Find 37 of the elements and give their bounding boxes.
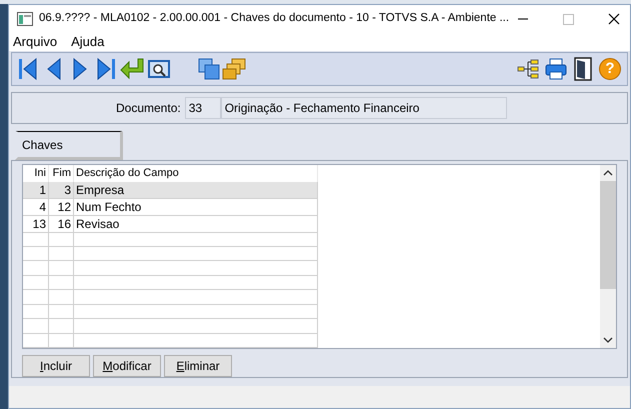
document-description-field[interactable]: Originação - Fechamento Financeiro (220, 97, 507, 119)
return-arrow-icon[interactable] (120, 58, 144, 80)
table-cell: Num Fechto (74, 198, 318, 214)
close-icon[interactable] (608, 13, 620, 25)
scrollbar-thumb[interactable] (600, 181, 616, 289)
tree-icon[interactable] (517, 59, 539, 79)
table-cell: Revisao (74, 216, 318, 232)
vertical-scrollbar[interactable] (600, 165, 616, 348)
tab[interactable]: Chaves (15, 131, 123, 160)
action-button[interactable]: Eliminar (164, 355, 232, 377)
table-cell: Empresa (74, 182, 318, 198)
last-record-icon[interactable] (96, 57, 116, 81)
previous-record-icon[interactable] (46, 57, 62, 81)
table-cell: 1 (23, 182, 49, 198)
table-cell: 12 (49, 198, 74, 214)
menu-item[interactable]: Arquivo (13, 32, 58, 52)
table-row[interactable]: 4 12 Num Fechto (23, 198, 318, 216)
table-row[interactable]: 13 16 Revisao (23, 216, 318, 232)
preview-icon[interactable] (148, 59, 170, 79)
table-cell: 3 (49, 182, 74, 198)
action-button[interactable]: Modificar (93, 355, 161, 377)
table-cell: 16 (49, 216, 74, 232)
menu-item[interactable]: Ajuda (71, 32, 104, 52)
window-title: 06.9.???? - MLA0102 - 2.00.00.001 - Chaves do documento - 10 - TOTVS S.A - Ambiente ... (39, 11, 510, 26)
document-label: Documento: (116, 100, 181, 117)
action-button[interactable]: Incluir (22, 355, 90, 377)
table-cell: 13 (23, 216, 49, 232)
printer-icon[interactable] (545, 58, 567, 80)
app-icon (17, 12, 33, 26)
table-cell: 4 (23, 198, 49, 214)
first-record-icon[interactable] (18, 57, 38, 81)
folders-icon[interactable] (222, 58, 246, 80)
next-record-icon[interactable] (72, 57, 88, 81)
exit-door-icon[interactable] (573, 57, 593, 81)
table-row[interactable]: 1 3 Empresa (23, 182, 318, 198)
document-code-field[interactable]: 33 (184, 97, 221, 119)
copy-icon[interactable] (198, 58, 220, 80)
